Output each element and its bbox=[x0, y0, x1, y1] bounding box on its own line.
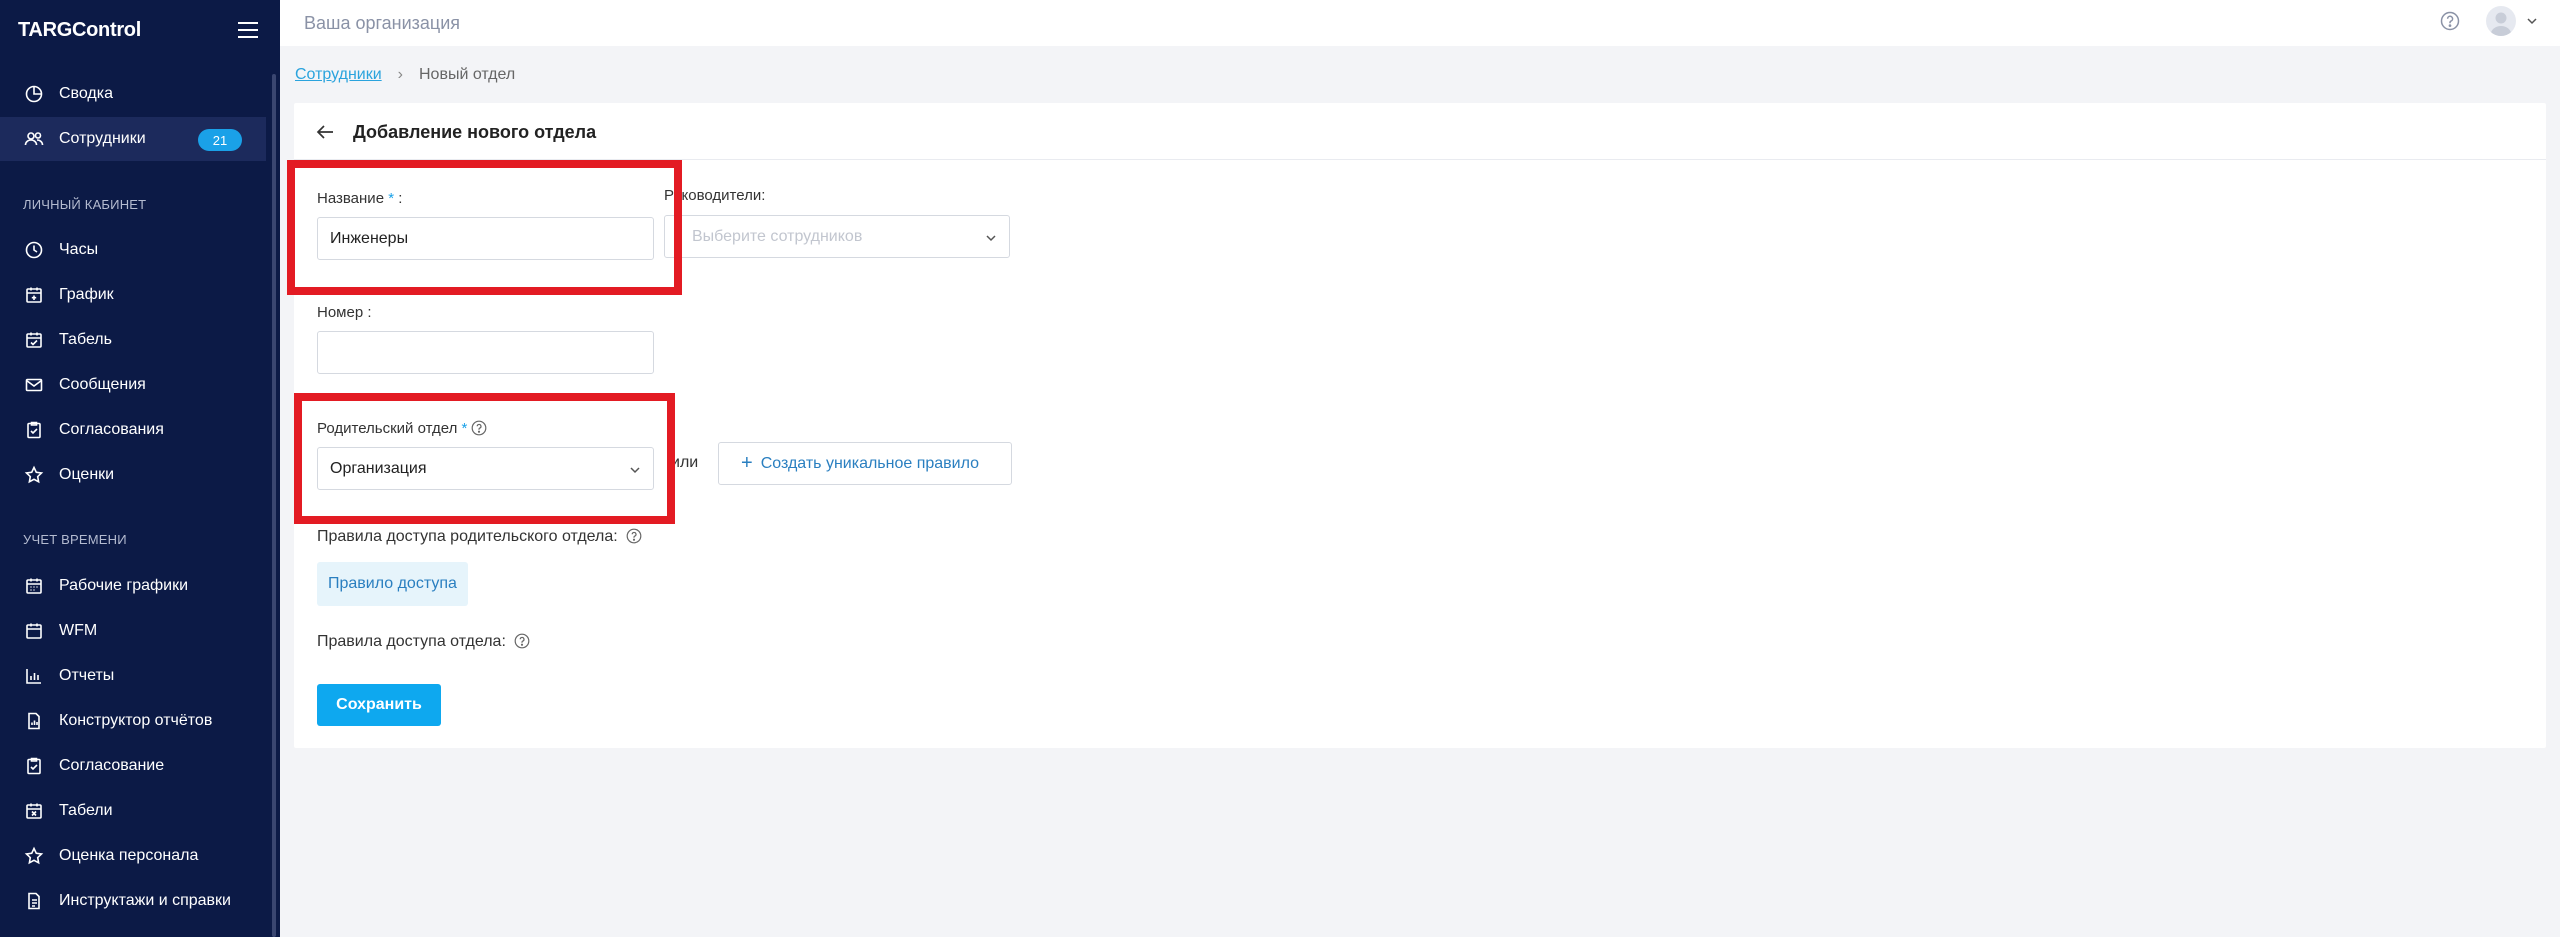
access-rule-chip[interactable]: Правило доступа bbox=[317, 562, 468, 606]
sidebar-scrollbar[interactable] bbox=[272, 74, 276, 937]
number-input[interactable] bbox=[317, 331, 654, 374]
help-icon[interactable] bbox=[2440, 11, 2460, 31]
chevron-right-icon: › bbox=[397, 66, 403, 83]
sidebar-item-label: Сводка bbox=[59, 85, 114, 102]
sidebar-item-label: Табель bbox=[59, 331, 112, 348]
create-unique-rule-button[interactable]: + Создать уникальное правило bbox=[718, 442, 1012, 485]
star-icon bbox=[24, 465, 44, 485]
number-label: Номер : bbox=[317, 304, 372, 321]
department-access-rules-label: Правила доступа отдела: bbox=[317, 633, 530, 651]
question-icon[interactable] bbox=[514, 633, 530, 649]
sidebar-item-label: Часы bbox=[59, 241, 99, 258]
or-text: или bbox=[671, 454, 699, 471]
calendar-icon bbox=[24, 621, 44, 641]
highlight-box-name bbox=[287, 160, 682, 295]
sidebar-item-label: WFM bbox=[59, 622, 98, 639]
sidebar-item-summary[interactable]: Сводка bbox=[0, 72, 266, 116]
sidebar-item-label: Оценки bbox=[59, 466, 115, 483]
sidebar-item-schedule[interactable]: График bbox=[0, 273, 266, 317]
chevron-down-icon[interactable] bbox=[2526, 14, 2538, 26]
clipboard-check-icon bbox=[24, 420, 44, 440]
document-chart-icon bbox=[24, 711, 44, 731]
back-arrow-icon[interactable] bbox=[314, 121, 336, 143]
sidebar-item-label: Сообщения bbox=[59, 376, 146, 393]
sidebar-item-label: Сотрудники bbox=[59, 130, 146, 147]
mail-icon bbox=[24, 375, 44, 395]
sidebar-item-hours[interactable]: Часы bbox=[0, 228, 266, 272]
star-icon bbox=[24, 846, 44, 866]
sidebar-item-messages[interactable]: Сообщения bbox=[0, 363, 266, 407]
sidebar-item-briefings[interactable]: Инструктажи и справки bbox=[0, 879, 266, 923]
calendar-check-icon bbox=[24, 330, 44, 350]
avatar[interactable] bbox=[2486, 6, 2516, 36]
sidebar-item-timesheets[interactable]: Табели bbox=[0, 789, 266, 833]
heads-select[interactable]: Выберите сотрудников bbox=[664, 215, 1010, 258]
parent-access-rules-label: Правила доступа родительского отдела: bbox=[317, 528, 642, 546]
count-badge: 21 bbox=[198, 129, 242, 151]
sidebar-item-label: Согласование bbox=[59, 757, 165, 774]
section-title-time: УЧЕТ ВРЕМЕНИ bbox=[23, 532, 127, 547]
users-icon bbox=[24, 129, 44, 149]
sidebar-item-reports[interactable]: Отчеты bbox=[0, 654, 266, 698]
breadcrumb-current: Новый отдел bbox=[419, 66, 516, 83]
sidebar-item-label: График bbox=[59, 286, 114, 303]
sidebar-item-ratings[interactable]: Оценки bbox=[0, 453, 266, 497]
bar-chart-icon bbox=[24, 666, 44, 686]
calendar-grid-icon bbox=[24, 576, 44, 596]
card-header: Добавление нового отдела bbox=[294, 103, 2546, 160]
document-icon bbox=[24, 891, 44, 911]
sidebar-item-approval[interactable]: Согласование bbox=[0, 744, 266, 788]
calendar-x-icon bbox=[24, 801, 44, 821]
plus-icon: + bbox=[741, 452, 753, 474]
sidebar-item-label: Отчеты bbox=[59, 667, 115, 684]
sidebar-item-label: Инструктажи и справки bbox=[59, 892, 231, 909]
sidebar-item-report-builder[interactable]: Конструктор отчётов bbox=[0, 699, 266, 743]
sidebar-item-label: Конструктор отчётов bbox=[59, 712, 213, 729]
clock-icon bbox=[24, 240, 44, 260]
organization-name[interactable]: Ваша организация bbox=[304, 13, 460, 34]
section-title-cabinet: ЛИЧНЫЙ КАБИНЕТ bbox=[23, 197, 147, 212]
sidebar-item-label: Согласования bbox=[59, 421, 164, 438]
sidebar-item-label: Оценка персонала bbox=[59, 847, 199, 864]
sidebar-item-employees[interactable]: Сотрудники 21 bbox=[0, 117, 266, 161]
menu-toggle-icon[interactable] bbox=[238, 22, 258, 38]
sidebar-item-work-schedules[interactable]: Рабочие графики bbox=[0, 564, 266, 608]
save-button[interactable]: Сохранить bbox=[317, 684, 441, 726]
breadcrumb-link-employees[interactable]: Сотрудники bbox=[295, 66, 382, 84]
sidebar-item-label: Рабочие графики bbox=[59, 577, 189, 594]
breadcrumb: Сотрудники › Новый отдел bbox=[295, 66, 515, 84]
highlight-box-parent-department bbox=[294, 393, 675, 524]
top-bar: Ваша организация bbox=[280, 0, 2560, 46]
page-title: Добавление нового отдела bbox=[353, 122, 597, 142]
clipboard-check-icon bbox=[24, 756, 44, 776]
sidebar-item-approvals[interactable]: Согласования bbox=[0, 408, 266, 452]
chevron-down-icon bbox=[985, 231, 997, 243]
sidebar-item-timesheet[interactable]: Табель bbox=[0, 318, 266, 362]
create-rule-label: Создать уникальное правило bbox=[760, 454, 980, 472]
sidebar-item-label: Табели bbox=[59, 802, 113, 819]
chart-pie-icon bbox=[24, 84, 44, 104]
brand-logo[interactable]: TARGControl bbox=[18, 19, 141, 42]
calendar-plus-icon bbox=[24, 285, 44, 305]
sidebar-item-wfm[interactable]: WFM bbox=[0, 609, 266, 653]
sidebar-item-staff-rating[interactable]: Оценка персонала bbox=[0, 834, 266, 878]
question-icon[interactable] bbox=[626, 528, 642, 544]
heads-placeholder: Выберите сотрудников bbox=[692, 227, 863, 245]
sidebar: TARGControl Сводка Сотрудники 21 ЛИЧНЫЙ … bbox=[0, 0, 280, 937]
